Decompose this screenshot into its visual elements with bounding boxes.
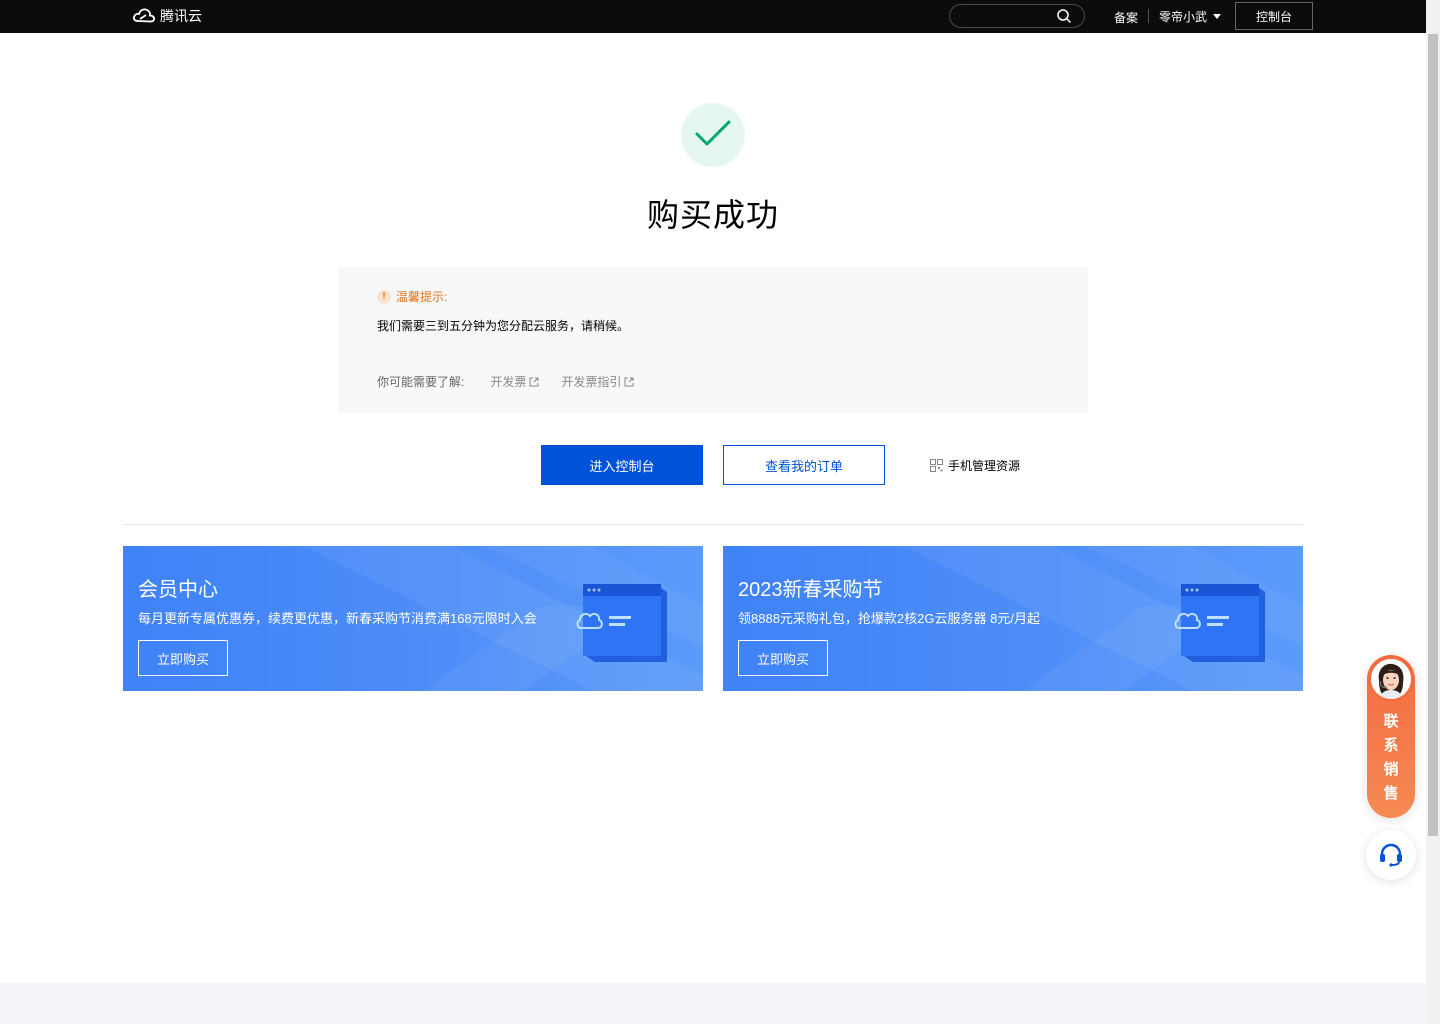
banner-desc: 每月更新专属优惠券，续费更优惠，新春采购节消费满168元限时入会 (138, 611, 537, 626)
success-icon (681, 103, 745, 167)
contact-sales-widget[interactable]: 联 系 销 售 (1367, 655, 1415, 818)
warning-icon: ! (377, 289, 391, 304)
tip-links: 你可能需要了解: 开发票 开发票指引 (377, 373, 656, 390)
search-box[interactable] (949, 4, 1085, 28)
external-link-icon (529, 377, 539, 386)
nav-beian-link[interactable]: 备案 (1114, 9, 1138, 26)
external-link-icon (624, 377, 634, 386)
customer-support-button[interactable] (1366, 830, 1416, 880)
spring-festival-banner[interactable]: 2023新春采购节 领8888元采购礼包，抢爆款2核2G云服务器 8元/月起 立… (723, 546, 1303, 691)
page-title: 购买成功 (646, 197, 779, 233)
mobile-manage-text: 手机管理资源 (948, 459, 1021, 473)
page: 腾讯云 备案 零帝小武 控制台 购买成功 ! 温馨提示: 我们需要三到五分钟为您… (0, 0, 1440, 1024)
buy-now-button[interactable]: 立即购买 (138, 640, 228, 676)
check-icon (695, 120, 731, 146)
banner-title: 2023新春采购节 (738, 579, 883, 601)
sales-char: 系 (1383, 737, 1399, 754)
tip-body: 我们需要三到五分钟为您分配云服务，请稍候。 (377, 319, 630, 333)
top-navbar: 腾讯云 备案 零帝小武 控制台 (0, 0, 1426, 33)
search-icon[interactable] (1056, 8, 1072, 29)
cloud-window-illustration (1174, 584, 1265, 662)
enter-console-button[interactable]: 进入控制台 (541, 445, 703, 485)
contact-sales-label: 联 系 销 售 (1367, 710, 1415, 806)
section-divider (123, 524, 1303, 525)
sales-char: 联 (1383, 713, 1399, 730)
headset-icon (1380, 843, 1402, 867)
invoice-guide-link[interactable]: 开发票指引 (561, 373, 634, 390)
user-menu[interactable]: 零帝小武 (1159, 8, 1222, 25)
sales-avatar (1369, 657, 1413, 701)
sales-char: 售 (1383, 785, 1399, 802)
logo[interactable]: 腾讯云 (132, 6, 202, 26)
tip-heading: ! 温馨提示: (377, 288, 447, 305)
tip-panel: ! 温馨提示: 我们需要三到五分钟为您分配云服务，请稍候。 你可能需要了解: 开… (338, 267, 1088, 413)
qrcode-icon (930, 459, 943, 472)
sales-char: 销 (1383, 761, 1399, 778)
cloud-window-illustration (576, 584, 667, 662)
scrollbar-thumb[interactable] (1428, 34, 1438, 836)
view-orders-button[interactable]: 查看我的订单 (723, 445, 885, 485)
mobile-manage-button[interactable]: 手机管理资源 (930, 457, 1020, 474)
invoice-guide-link-text: 开发票指引 (561, 375, 622, 389)
console-button[interactable]: 控制台 (1235, 2, 1313, 30)
buy-now-button[interactable]: 立即购买 (738, 640, 828, 676)
user-name: 零帝小武 (1159, 10, 1208, 24)
banner-title: 会员中心 (138, 579, 218, 601)
search-input[interactable] (960, 8, 1056, 24)
page-footer (0, 983, 1426, 1024)
tip-links-label: 你可能需要了解: (377, 375, 465, 389)
tencent-cloud-logo-icon (132, 6, 156, 26)
member-center-banner[interactable]: 会员中心 每月更新专属优惠券，续费更优惠，新春采购节消费满168元限时入会 立即… (123, 546, 703, 691)
sales-avatar-image (1371, 659, 1411, 699)
invoice-link[interactable]: 开发票 (490, 373, 539, 390)
tip-heading-text: 温馨提示: (396, 290, 448, 304)
invoice-link-text: 开发票 (490, 375, 527, 389)
nav-divider (1148, 9, 1149, 23)
logo-text: 腾讯云 (160, 8, 202, 24)
caret-down-icon (1213, 14, 1222, 19)
banner-desc: 领8888元采购礼包，抢爆款2核2G云服务器 8元/月起 (738, 611, 1040, 626)
